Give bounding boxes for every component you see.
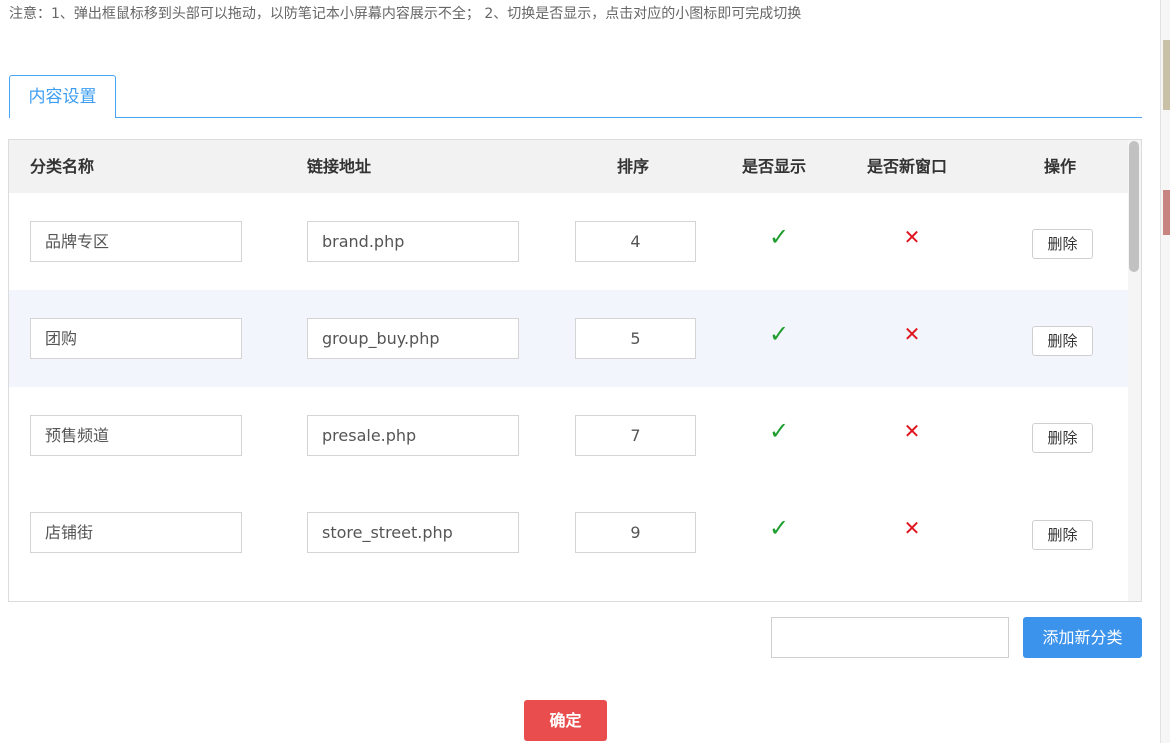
link-url-input[interactable]: brand.php (307, 221, 519, 262)
delete-button[interactable]: 删除 (1032, 520, 1093, 550)
table-row: 团购 group_buy.php 5 ✓ ✕ 删除 (9, 290, 1129, 387)
header-action: 操作 (1044, 157, 1077, 176)
category-name-input[interactable]: 品牌专区 (30, 221, 242, 262)
background-window-edge (1160, 0, 1170, 743)
category-name-input[interactable]: 预售频道 (30, 415, 242, 456)
delete-button[interactable]: 删除 (1032, 229, 1093, 259)
cross-icon[interactable]: ✕ (897, 319, 927, 349)
delete-button[interactable]: 删除 (1032, 326, 1093, 356)
cross-icon[interactable]: ✕ (897, 416, 927, 446)
sort-input[interactable]: 5 (575, 318, 696, 359)
delete-button[interactable]: 删除 (1032, 423, 1093, 453)
category-name-input[interactable]: 店铺街 (30, 512, 242, 553)
header-sort: 排序 (617, 157, 650, 176)
table-scrollbar[interactable] (1128, 140, 1141, 601)
new-category-input[interactable] (771, 617, 1009, 658)
check-icon[interactable]: ✓ (764, 222, 794, 252)
check-icon[interactable]: ✓ (764, 319, 794, 349)
table-header: 分类名称 链接地址 排序 是否显示 是否新窗口 操作 (9, 140, 1129, 193)
table-row: 预售频道 presale.php 7 ✓ ✕ 删除 (9, 387, 1129, 484)
scrollbar-thumb[interactable] (1129, 141, 1139, 272)
header-link-url: 链接地址 (307, 157, 372, 176)
tab-bar: 内容设置 (9, 75, 1142, 120)
sort-input[interactable]: 7 (575, 415, 696, 456)
category-name-input[interactable]: 团购 (30, 318, 242, 359)
table-row: 品牌专区 brand.php 4 ✓ ✕ 删除 (9, 193, 1129, 290)
cross-icon[interactable]: ✕ (897, 222, 927, 252)
check-icon[interactable]: ✓ (764, 416, 794, 446)
header-new-window: 是否新窗口 (867, 157, 948, 176)
link-url-input[interactable]: store_street.php (307, 512, 519, 553)
sort-input[interactable]: 9 (575, 512, 696, 553)
tab-content-settings[interactable]: 内容设置 (9, 75, 116, 120)
add-category-button[interactable]: 添加新分类 (1023, 617, 1142, 658)
link-url-input[interactable]: group_buy.php (307, 318, 519, 359)
header-show: 是否显示 (742, 157, 807, 176)
header-category-name: 分类名称 (30, 157, 95, 176)
category-table: 分类名称 链接地址 排序 是否显示 是否新窗口 操作 品牌专区 brand.ph… (8, 139, 1142, 602)
table-row: 店铺街 store_street.php 9 ✓ ✕ 删除 (9, 484, 1129, 581)
background-fragment (1163, 190, 1170, 235)
cross-icon[interactable]: ✕ (897, 513, 927, 543)
confirm-button[interactable]: 确定 (524, 700, 607, 741)
notice-text: 注意：1、弹出框鼠标移到头部可以拖动，以防笔记本小屏幕内容展示不全； 2、切换是… (9, 6, 802, 22)
link-url-input[interactable]: presale.php (307, 415, 519, 456)
check-icon[interactable]: ✓ (764, 513, 794, 543)
sort-input[interactable]: 4 (575, 221, 696, 262)
background-fragment (1163, 40, 1170, 110)
